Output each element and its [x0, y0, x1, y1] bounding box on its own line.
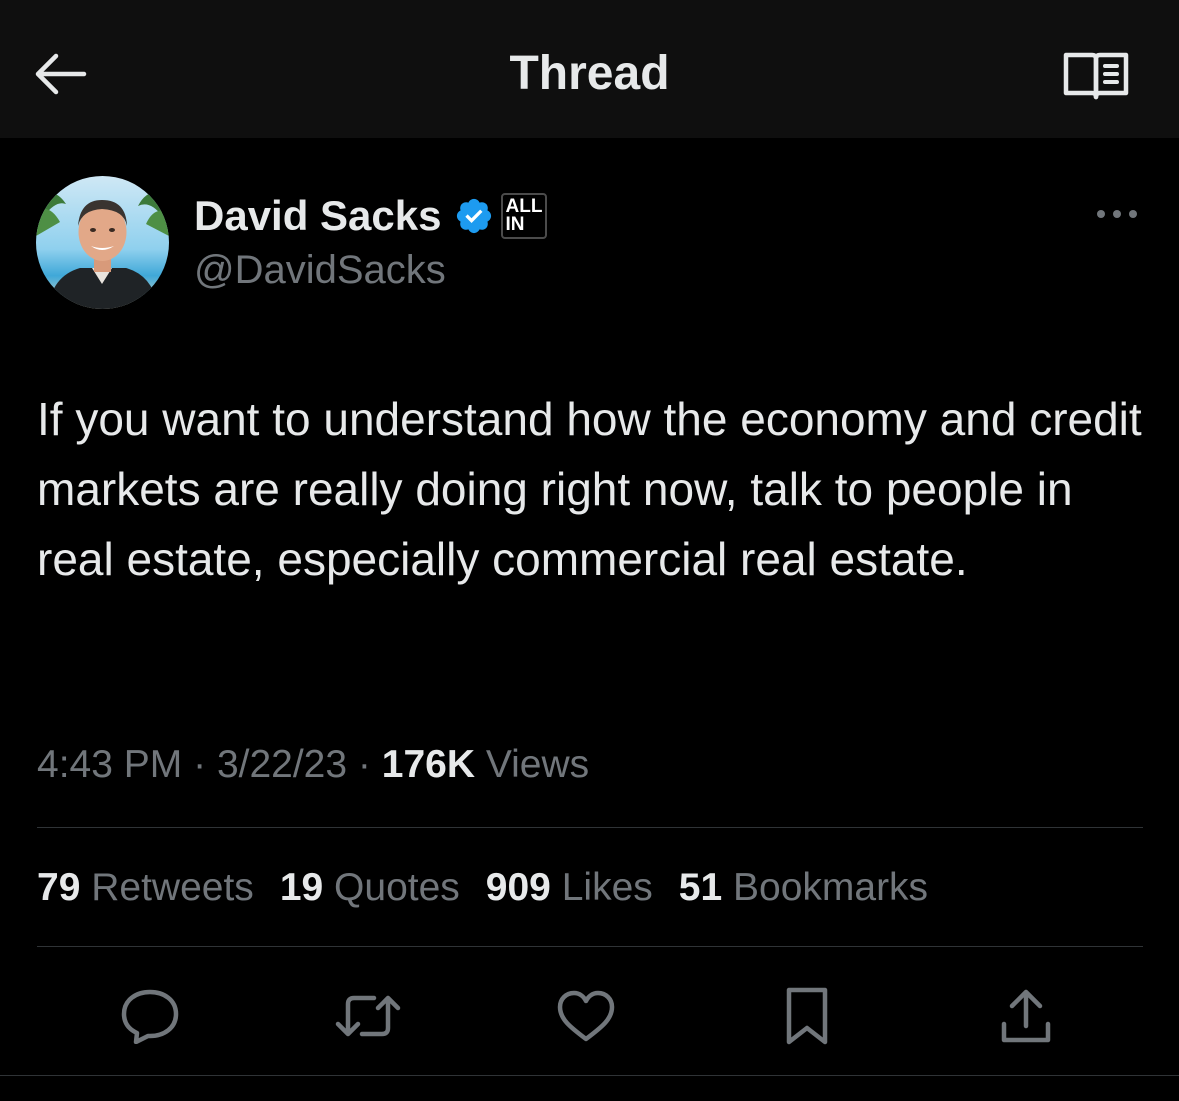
quotes-count: 19: [279, 866, 324, 909]
reply-button[interactable]: [114, 980, 186, 1052]
verified-badge-icon[interactable]: [454, 196, 494, 236]
engagement-stats: 79 Retweets 19 Quotes 909 Likes 51 Bookm…: [37, 862, 954, 914]
tweet-time[interactable]: 4:43 PM: [37, 743, 182, 786]
bookmark-icon: [783, 986, 831, 1046]
views-count: 176K: [381, 743, 475, 786]
top-navigation-bar: Thread: [0, 0, 1179, 138]
quotes-label: Quotes: [334, 866, 460, 909]
author-name[interactable]: David Sacks: [194, 192, 442, 240]
retweet-button[interactable]: [332, 980, 404, 1052]
divider: [37, 827, 1143, 828]
divider: [37, 946, 1143, 947]
affiliate-badge-line2: IN: [505, 214, 525, 235]
more-options-button[interactable]: [1088, 196, 1146, 232]
retweets-stat[interactable]: 79 Retweets: [37, 866, 254, 910]
reader-mode-button[interactable]: [1058, 44, 1134, 108]
meta-separator: ·: [357, 743, 371, 786]
likes-count: 909: [485, 866, 551, 909]
reply-icon: [120, 988, 180, 1044]
bookmarks-stat[interactable]: 51 Bookmarks: [679, 866, 928, 910]
author-handle[interactable]: @DavidSacks: [194, 246, 446, 294]
author-name-row: David Sacks ALL IN: [194, 188, 547, 244]
bookmarks-count: 51: [678, 866, 723, 909]
share-button[interactable]: [990, 980, 1062, 1052]
avatar[interactable]: [36, 176, 169, 309]
like-button[interactable]: [550, 980, 622, 1052]
divider: [0, 1075, 1179, 1076]
like-icon: [556, 989, 616, 1043]
share-icon: [998, 986, 1054, 1046]
open-book-icon: [1062, 49, 1130, 103]
meta-separator: ·: [193, 743, 207, 786]
retweets-count: 79: [37, 866, 81, 909]
likes-label: Likes: [561, 866, 653, 909]
quotes-stat[interactable]: 19 Quotes: [280, 866, 460, 910]
likes-stat[interactable]: 909 Likes: [486, 866, 653, 910]
bookmark-button[interactable]: [771, 980, 843, 1052]
tweet-date[interactable]: 3/22/23: [217, 743, 347, 786]
affiliate-badge-logo[interactable]: ALL IN: [500, 193, 547, 239]
retweets-label: Retweets: [91, 866, 254, 909]
retweet-icon: [334, 990, 402, 1042]
tweet-metadata: 4:43 PM · 3/22/23 · 176K Views: [37, 740, 589, 790]
more-dots-icon: [1095, 208, 1139, 220]
bookmarks-label: Bookmarks: [733, 866, 929, 909]
tweet-text: If you want to understand how the econom…: [37, 393, 1142, 585]
page-title: Thread: [509, 47, 670, 100]
views-label: Views: [485, 743, 590, 786]
